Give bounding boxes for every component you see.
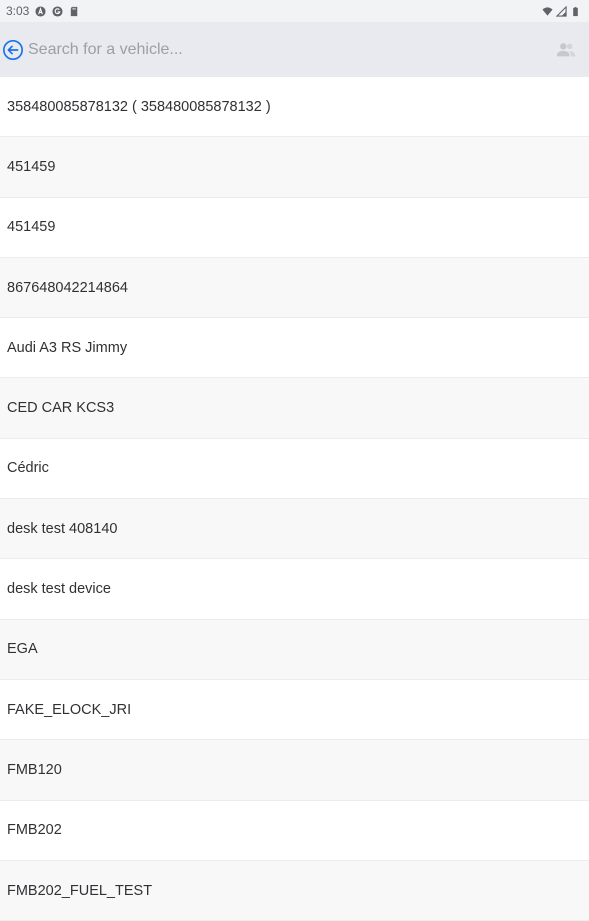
- arrow-back-circle-icon: [3, 39, 23, 60]
- vehicle-item[interactable]: 451459: [0, 137, 589, 198]
- vehicle-item[interactable]: EGA: [0, 619, 589, 680]
- vehicle-item[interactable]: CED CAR KCS3: [0, 378, 589, 439]
- vehicle-item[interactable]: Audi A3 RS Jimmy: [0, 318, 589, 379]
- status-right: [542, 5, 581, 17]
- people-icon: [556, 42, 576, 56]
- signal-icon: [556, 5, 567, 17]
- search-bar: [0, 22, 589, 77]
- battery-icon: [573, 6, 578, 16]
- vehicle-item[interactable]: Cédric: [0, 438, 589, 500]
- vehicle-list: 358480085878132 ( 358480085878132 ) 4514…: [0, 77, 589, 921]
- status-time: 3:03: [6, 4, 30, 18]
- vehicle-item[interactable]: desk test 408140: [0, 499, 589, 560]
- vehicle-item[interactable]: 358480085878132 ( 358480085878132 ): [0, 77, 589, 138]
- vehicle-item[interactable]: FMB120: [0, 740, 589, 801]
- g-circle-icon: [52, 5, 63, 17]
- status-bar: 3:03: [0, 0, 589, 22]
- a-circle-icon: [35, 5, 46, 17]
- sd-card-icon: [71, 6, 78, 16]
- vehicle-item[interactable]: desk test device: [0, 559, 589, 620]
- people-button[interactable]: [553, 37, 579, 63]
- wifi-icon: [542, 6, 553, 16]
- status-left: 3:03: [6, 4, 80, 18]
- vehicle-item[interactable]: 867648042214864: [0, 257, 589, 319]
- search-input[interactable]: [26, 33, 553, 66]
- vehicle-item[interactable]: FAKE_ELOCK_JRI: [0, 679, 589, 741]
- vehicle-item[interactable]: FMB202: [0, 800, 589, 861]
- back-button[interactable]: [0, 37, 26, 63]
- vehicle-item[interactable]: 451459: [0, 197, 589, 258]
- vehicle-item[interactable]: FMB202_FUEL_TEST: [0, 860, 589, 921]
